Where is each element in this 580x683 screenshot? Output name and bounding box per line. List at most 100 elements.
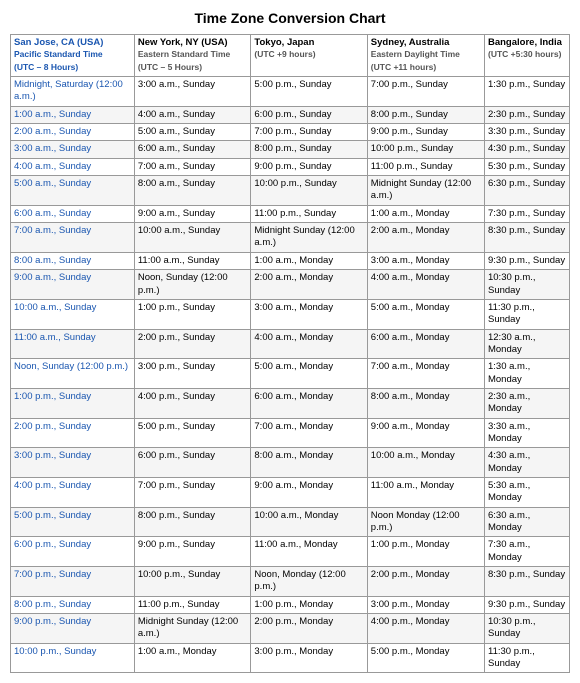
table-cell: 1:00 p.m., Monday [367,537,484,567]
table-cell: 1:00 p.m., Sunday [11,388,135,418]
table-cell: 9:30 p.m., Sunday [484,252,569,269]
table-cell: 12:30 a.m., Monday [484,329,569,359]
table-cell: 2:00 a.m., Sunday [11,124,135,141]
table-cell: 9:00 a.m., Sunday [11,270,135,300]
table-cell: 11:00 p.m., Sunday [251,205,367,222]
table-cell: Midnight Sunday (12:00 a.m.) [251,223,367,253]
table-cell: Noon, Sunday (12:00 p.m.) [134,270,251,300]
table-cell: 9:00 p.m., Sunday [367,124,484,141]
table-cell: 4:00 a.m., Sunday [11,158,135,175]
table-cell: 1:00 p.m., Sunday [134,299,251,329]
table-cell: 6:00 a.m., Sunday [11,205,135,222]
table-cell: 2:00 a.m., Monday [367,223,484,253]
table-cell: 5:30 p.m., Sunday [484,158,569,175]
table-cell: 2:30 p.m., Sunday [484,106,569,123]
table-cell: 10:00 a.m., Sunday [11,299,135,329]
table-cell: 3:30 p.m., Sunday [484,124,569,141]
table-cell: 7:00 a.m., Monday [367,359,484,389]
table-cell: 6:00 a.m., Monday [251,388,367,418]
table-row: 4:00 a.m., Sunday7:00 a.m., Sunday9:00 p… [11,158,570,175]
column-header-2: Tokyo, Japan(UTC +9 hours) [251,35,367,77]
table-cell: 10:00 a.m., Sunday [134,223,251,253]
timezone-table: San Jose, CA (USA)Pacific Standard Time(… [10,34,570,673]
table-cell: 3:00 a.m., Sunday [134,77,251,107]
table-row: 8:00 a.m., Sunday11:00 a.m., Sunday1:00 … [11,252,570,269]
table-cell: 8:30 p.m., Sunday [484,567,569,597]
table-cell: 5:00 p.m., Sunday [11,507,135,537]
table-cell: 9:00 a.m., Monday [251,477,367,507]
table-cell: 3:00 p.m., Sunday [11,448,135,478]
table-cell: 9:30 p.m., Sunday [484,596,569,613]
table-cell: 3:00 a.m., Sunday [11,141,135,158]
table-row: 6:00 p.m., Sunday9:00 p.m., Sunday11:00 … [11,537,570,567]
table-row: 3:00 a.m., Sunday6:00 a.m., Sunday8:00 p… [11,141,570,158]
table-cell: 2:00 p.m., Monday [367,567,484,597]
table-cell: 10:00 p.m., Sunday [11,643,135,673]
table-cell: 5:00 p.m., Sunday [251,77,367,107]
table-cell: 11:00 p.m., Sunday [367,158,484,175]
table-cell: 8:00 p.m., Sunday [11,596,135,613]
table-cell: 1:00 a.m., Sunday [11,106,135,123]
table-cell: 4:00 a.m., Sunday [134,106,251,123]
table-cell: 10:30 p.m., Sunday [484,614,569,644]
table-cell: Midnight Sunday (12:00 a.m.) [134,614,251,644]
table-cell: 6:00 p.m., Sunday [11,537,135,567]
table-cell: 6:00 a.m., Monday [367,329,484,359]
table-header-row: San Jose, CA (USA)Pacific Standard Time(… [11,35,570,77]
table-cell: 2:00 p.m., Sunday [11,418,135,448]
column-header-3: Sydney, AustraliaEastern Daylight Time(U… [367,35,484,77]
table-cell: 10:00 a.m., Monday [367,448,484,478]
table-cell: 9:00 p.m., Sunday [11,614,135,644]
table-cell: 4:30 p.m., Sunday [484,141,569,158]
table-row: 9:00 p.m., SundayMidnight Sunday (12:00 … [11,614,570,644]
table-cell: 2:00 a.m., Monday [251,270,367,300]
table-row: 3:00 p.m., Sunday6:00 p.m., Sunday8:00 a… [11,448,570,478]
table-cell: 8:00 p.m., Sunday [367,106,484,123]
table-cell: 1:00 a.m., Monday [134,643,251,673]
table-cell: 11:00 a.m., Sunday [11,329,135,359]
table-cell: 3:00 p.m., Monday [251,643,367,673]
table-cell: 2:30 a.m., Monday [484,388,569,418]
column-header-4: Bangalore, India(UTC +5:30 hours) [484,35,569,77]
table-cell: 1:30 p.m., Sunday [484,77,569,107]
table-cell: 11:30 p.m., Sunday [484,643,569,673]
table-cell: 11:30 p.m., Sunday [484,299,569,329]
table-cell: 5:30 a.m., Monday [484,477,569,507]
table-row: 10:00 a.m., Sunday1:00 p.m., Sunday3:00 … [11,299,570,329]
table-cell: 8:00 p.m., Sunday [134,507,251,537]
table-row: 5:00 a.m., Sunday8:00 a.m., Sunday10:00 … [11,176,570,206]
table-cell: 3:00 p.m., Sunday [134,359,251,389]
table-cell: 4:00 a.m., Monday [251,329,367,359]
table-cell: 5:00 p.m., Monday [367,643,484,673]
table-row: Midnight, Saturday (12:00 a.m.)3:00 a.m.… [11,77,570,107]
table-cell: 3:00 a.m., Monday [367,252,484,269]
table-cell: 1:00 a.m., Monday [251,252,367,269]
table-row: 11:00 a.m., Sunday2:00 p.m., Sunday4:00 … [11,329,570,359]
table-row: 8:00 p.m., Sunday11:00 p.m., Sunday1:00 … [11,596,570,613]
table-cell: 4:00 a.m., Monday [367,270,484,300]
table-cell: 7:00 p.m., Sunday [251,124,367,141]
table-row: 4:00 p.m., Sunday7:00 p.m., Sunday9:00 a… [11,477,570,507]
table-cell: Noon Monday (12:00 p.m.) [367,507,484,537]
table-cell: 6:00 p.m., Sunday [134,448,251,478]
table-cell: 8:00 p.m., Sunday [251,141,367,158]
table-cell: Midnight Sunday (12:00 a.m.) [367,176,484,206]
table-cell: 8:00 a.m., Sunday [134,176,251,206]
table-cell: 6:30 a.m., Monday [484,507,569,537]
table-cell: 1:00 p.m., Monday [251,596,367,613]
table-row: 9:00 a.m., SundayNoon, Sunday (12:00 p.m… [11,270,570,300]
table-row: 2:00 a.m., Sunday5:00 a.m., Sunday7:00 p… [11,124,570,141]
table-cell: 3:30 a.m., Monday [484,418,569,448]
table-cell: 10:00 a.m., Monday [251,507,367,537]
table-row: 2:00 p.m., Sunday5:00 p.m., Sunday7:00 a… [11,418,570,448]
table-cell: Noon, Sunday (12:00 p.m.) [11,359,135,389]
table-row: 10:00 p.m., Sunday1:00 a.m., Monday3:00 … [11,643,570,673]
table-cell: 10:00 p.m., Sunday [251,176,367,206]
table-cell: 10:30 p.m., Sunday [484,270,569,300]
table-cell: Noon, Monday (12:00 p.m.) [251,567,367,597]
table-cell: 6:00 p.m., Sunday [251,106,367,123]
table-cell: 2:00 p.m., Sunday [134,329,251,359]
table-cell: 5:00 a.m., Monday [367,299,484,329]
table-cell: 5:00 a.m., Sunday [134,124,251,141]
table-cell: 5:00 a.m., Sunday [11,176,135,206]
